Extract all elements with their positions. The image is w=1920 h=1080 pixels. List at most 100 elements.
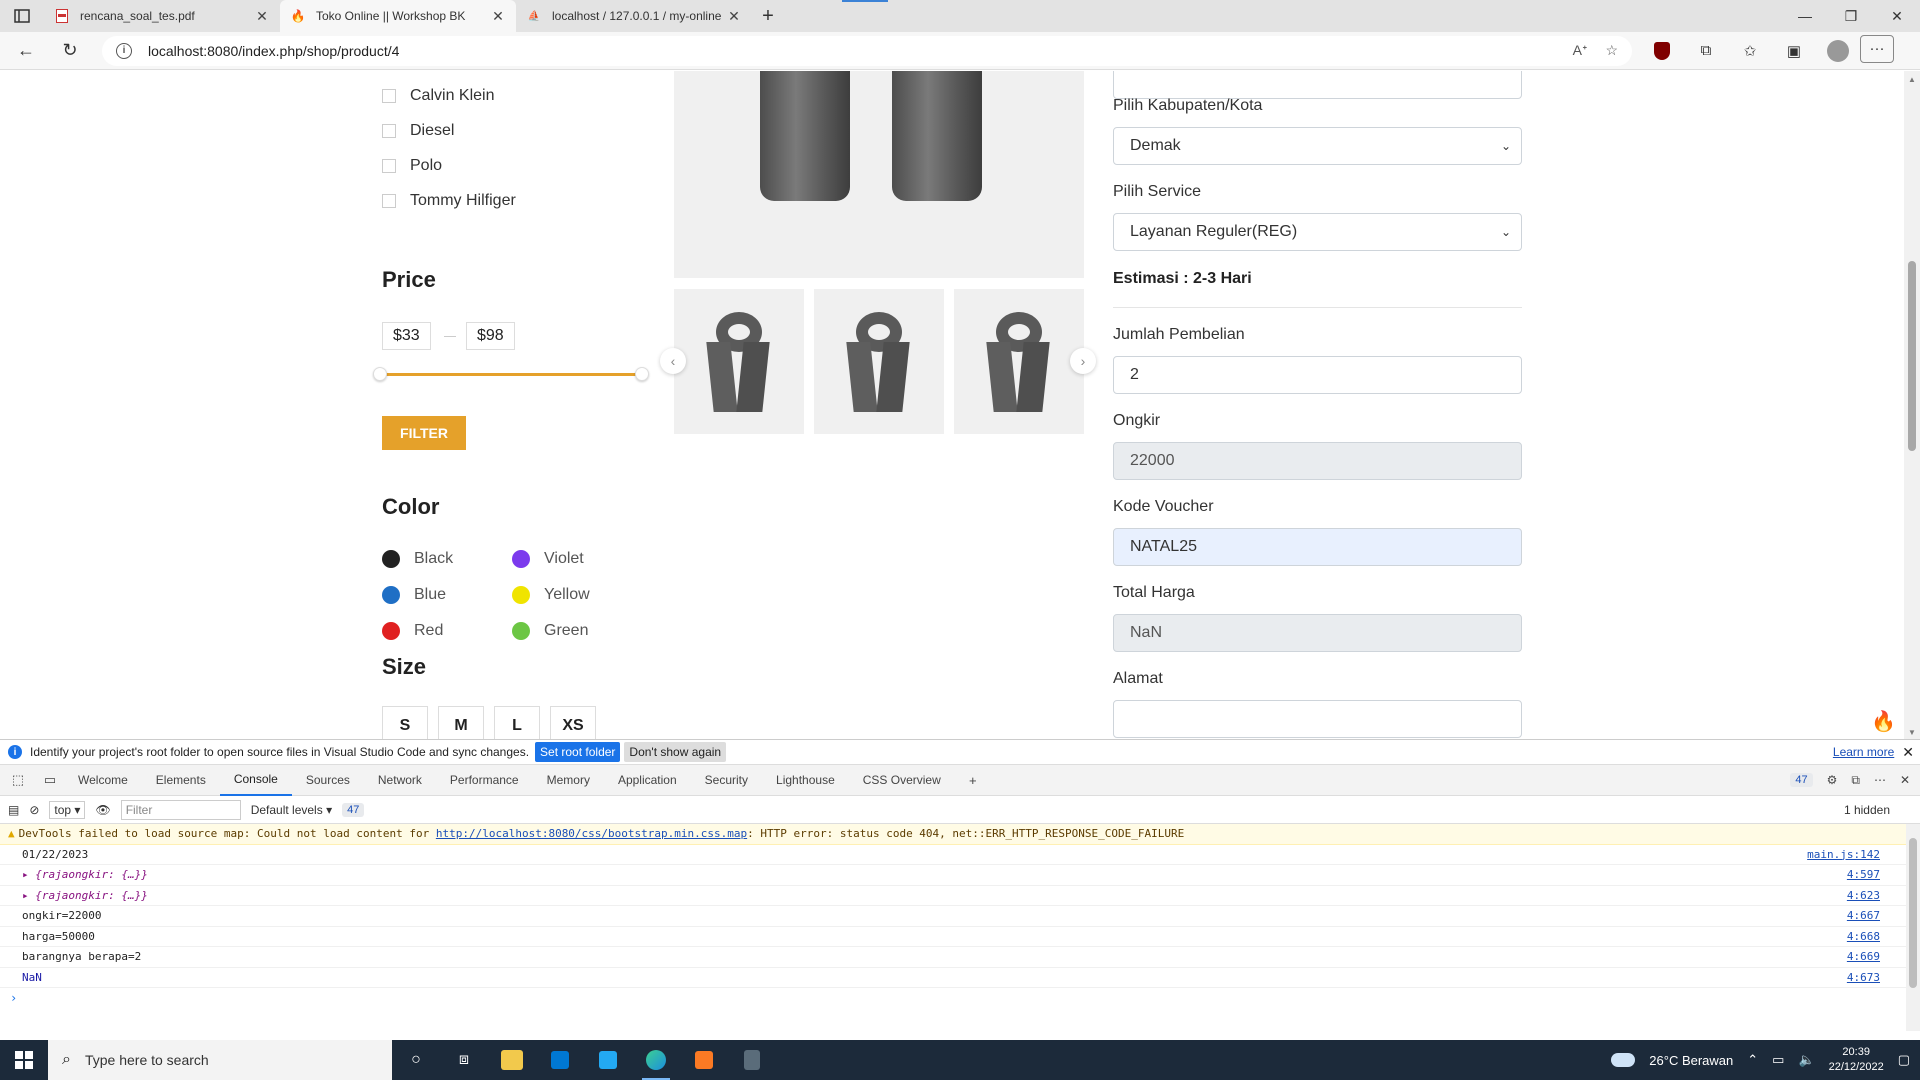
more-icon[interactable]: ⋯ bbox=[1874, 773, 1886, 787]
start-button[interactable] bbox=[0, 1040, 48, 1080]
add-favorite-icon[interactable]: ☆ bbox=[1605, 42, 1618, 59]
tab-memory[interactable]: Memory bbox=[533, 765, 604, 796]
inspect-icon[interactable]: ⬚ bbox=[4, 766, 32, 794]
browser-tab-toko-online[interactable]: 🔥 Toko Online || Workshop BK ✕ bbox=[280, 0, 516, 32]
close-icon[interactable]: ✕ bbox=[726, 8, 742, 24]
eye-icon[interactable]: 👁 bbox=[95, 803, 110, 817]
tab-elements[interactable]: Elements bbox=[142, 765, 220, 796]
extensions-icon[interactable]: ⧉ bbox=[1684, 35, 1728, 67]
weather-text[interactable]: 26°C Berawan bbox=[1649, 1053, 1733, 1068]
sidebar-toggle-icon[interactable]: ▤ bbox=[8, 803, 19, 817]
chevron-left-icon[interactable]: ‹ bbox=[660, 348, 686, 374]
size-option-xs[interactable]: XS bbox=[550, 706, 596, 739]
read-aloud-icon[interactable]: Aᐩ bbox=[1573, 42, 1588, 59]
device-toolbar-icon[interactable]: ▭ bbox=[36, 766, 64, 794]
message-count-badge[interactable]: 47 bbox=[1790, 773, 1813, 787]
color-option-green[interactable]: Green bbox=[512, 622, 588, 640]
console-prompt[interactable]: › bbox=[0, 988, 1920, 1008]
chevron-up-icon[interactable]: ⌃ bbox=[1747, 1052, 1758, 1068]
province-select[interactable] bbox=[1113, 71, 1522, 99]
tab-network[interactable]: Network bbox=[364, 765, 436, 796]
browser-tab-pdf[interactable]: rencana_soal_tes.pdf ✕ bbox=[44, 0, 280, 32]
color-option-violet[interactable]: Violet bbox=[512, 550, 584, 568]
log-source-link[interactable]: 4:597 bbox=[1847, 868, 1880, 881]
checkbox[interactable] bbox=[382, 124, 396, 138]
tab-application[interactable]: Application bbox=[604, 765, 691, 796]
more-menu-icon[interactable]: ··· bbox=[1860, 34, 1894, 63]
new-tab-button[interactable]: + bbox=[752, 0, 784, 32]
dont-show-again-button[interactable]: Don't show again bbox=[624, 742, 727, 762]
volume-icon[interactable]: 🔈 bbox=[1798, 1052, 1814, 1068]
brand-filter-item[interactable]: Tommy Hilfiger bbox=[382, 192, 516, 210]
vscode-icon[interactable] bbox=[584, 1040, 632, 1080]
size-option-m[interactable]: M bbox=[438, 706, 484, 739]
jumlah-input[interactable]: 2 bbox=[1113, 356, 1522, 394]
learn-more-link[interactable]: Learn more bbox=[1833, 745, 1894, 759]
log-source-link[interactable]: 4:667 bbox=[1847, 909, 1880, 922]
calculator-icon[interactable] bbox=[728, 1040, 776, 1080]
console-log-row[interactable]: ▸ {rajaongkir: {…}} 4:597 bbox=[0, 865, 1920, 886]
color-option-yellow[interactable]: Yellow bbox=[512, 586, 590, 604]
tab-css-overview[interactable]: CSS Overview bbox=[849, 765, 955, 796]
levels-select[interactable]: Default levels ▾ bbox=[251, 803, 332, 817]
chevron-right-icon[interactable]: › bbox=[1070, 348, 1096, 374]
tab-sources[interactable]: Sources bbox=[292, 765, 364, 796]
filter-button[interactable]: FILTER bbox=[382, 416, 466, 450]
size-option-s[interactable]: S bbox=[382, 706, 428, 739]
notification-icon[interactable]: ▢ bbox=[1898, 1052, 1910, 1068]
clock[interactable]: 20:39 22/12/2022 bbox=[1829, 1045, 1884, 1075]
close-icon[interactable]: ✕ bbox=[1902, 744, 1914, 761]
favorites-icon[interactable]: ✩ bbox=[1728, 35, 1772, 67]
tab-performance[interactable]: Performance bbox=[436, 765, 533, 796]
price-slider-track[interactable] bbox=[380, 373, 642, 376]
flame-icon[interactable]: 🔥 bbox=[1871, 709, 1896, 734]
message-count-badge[interactable]: 47 bbox=[342, 802, 365, 817]
cortana-icon[interactable]: ○ bbox=[392, 1040, 440, 1080]
edge-icon[interactable] bbox=[632, 1040, 680, 1080]
close-icon[interactable]: ✕ bbox=[1900, 773, 1910, 787]
console-scrollbar[interactable] bbox=[1906, 824, 1920, 1031]
tab-welcome[interactable]: Welcome bbox=[64, 765, 142, 796]
taskbar-search[interactable]: ⌕ Type here to search bbox=[48, 1040, 392, 1080]
restore-icon[interactable]: ❐ bbox=[1828, 0, 1874, 32]
source-map-link[interactable]: http://localhost:8080/css/bootstrap.min.… bbox=[436, 827, 747, 840]
scroll-up-icon[interactable]: ▲ bbox=[1908, 75, 1916, 84]
close-window-icon[interactable]: ✕ bbox=[1874, 0, 1920, 32]
network-icon[interactable]: ▭ bbox=[1772, 1052, 1784, 1068]
color-option-blue[interactable]: Blue bbox=[382, 586, 446, 604]
checkbox[interactable] bbox=[382, 159, 396, 173]
task-view-icon[interactable]: ⧈ bbox=[440, 1040, 488, 1080]
log-source-link[interactable]: 4:669 bbox=[1847, 950, 1880, 963]
product-thumbnail[interactable] bbox=[954, 289, 1084, 434]
minimize-icon[interactable]: — bbox=[1782, 0, 1828, 32]
log-source-link[interactable]: 4:668 bbox=[1847, 930, 1880, 943]
browser-tab-phpmyadmin[interactable]: ⛵ localhost / 127.0.0.1 / my-online ✕ bbox=[516, 0, 752, 32]
close-icon[interactable]: ✕ bbox=[490, 8, 506, 24]
site-info-icon[interactable]: i bbox=[116, 42, 132, 59]
add-tab-icon[interactable]: + bbox=[959, 766, 987, 794]
tab-security[interactable]: Security bbox=[691, 765, 762, 796]
clear-console-icon[interactable]: ⊘ bbox=[29, 803, 39, 817]
tab-actions-icon[interactable] bbox=[0, 0, 44, 32]
xampp-icon[interactable] bbox=[680, 1040, 728, 1080]
scroll-down-icon[interactable]: ▼ bbox=[1908, 728, 1916, 737]
tab-console[interactable]: Console bbox=[219, 765, 292, 796]
set-root-folder-button[interactable]: Set root folder bbox=[535, 742, 621, 762]
checkbox[interactable] bbox=[382, 194, 396, 208]
back-icon[interactable]: ← bbox=[8, 35, 44, 67]
console-log-row[interactable]: ▸ {rajaongkir: {…}} 4:623 bbox=[0, 886, 1920, 906]
brand-filter-item[interactable]: Polo bbox=[382, 157, 442, 175]
log-source-link[interactable]: main.js:142 bbox=[1807, 848, 1880, 861]
size-option-l[interactable]: L bbox=[494, 706, 540, 739]
context-select[interactable]: top ▾ bbox=[49, 800, 86, 819]
dock-icon[interactable]: ⧉ bbox=[1851, 773, 1860, 788]
profile-icon[interactable] bbox=[1816, 35, 1860, 67]
log-source-link[interactable]: 4:673 bbox=[1847, 971, 1880, 984]
ublock-icon[interactable] bbox=[1640, 35, 1684, 67]
reload-icon[interactable]: ↻ bbox=[52, 35, 88, 67]
collections-icon[interactable]: ▣ bbox=[1772, 35, 1816, 67]
price-slider-max-handle[interactable] bbox=[635, 367, 649, 381]
scrollbar-thumb[interactable] bbox=[1908, 261, 1916, 451]
gear-icon[interactable]: ⚙ bbox=[1827, 773, 1838, 787]
price-min-box[interactable]: $33 bbox=[382, 322, 431, 350]
